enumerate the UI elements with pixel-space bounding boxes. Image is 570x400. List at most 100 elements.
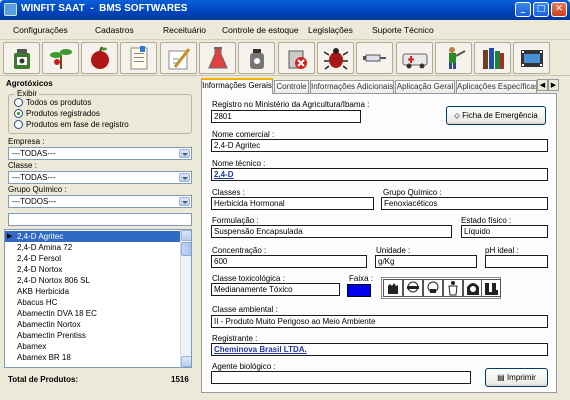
print-button[interactable]: ▤ Imprimir <box>485 368 548 387</box>
tab-informacoes-gerais[interactable]: Informações Gerais <box>201 78 273 94</box>
display-filter-legend: Exibir <box>15 89 40 98</box>
minimize-button[interactable]: _ <box>515 2 531 17</box>
notepad-icon <box>130 46 148 70</box>
tab-informacoes-adicionais[interactable]: Informações Adicionais <box>310 80 394 93</box>
application-button[interactable] <box>356 42 393 74</box>
menu-legislacoes[interactable]: Legislações <box>308 25 353 35</box>
menu-cadastros[interactable]: Cadastros <box>95 25 134 35</box>
radio-registered-products[interactable] <box>14 109 23 118</box>
agente-biologico-label: Agente biológico : <box>212 362 276 371</box>
scroll-thumb[interactable] <box>181 242 191 256</box>
classe-toxicologica-field[interactable]: Medianamente Tóxico <box>211 283 340 296</box>
list-item[interactable]: 2,4-D Amina 72 <box>5 242 181 253</box>
notepad-button[interactable] <box>120 42 157 74</box>
lab-button[interactable] <box>199 42 236 74</box>
film-icon <box>521 50 543 67</box>
radio-registering-products-label: Produtos em fase de registro <box>26 120 129 129</box>
unidade-field[interactable]: g/Kg <box>375 255 477 268</box>
menu-configuracoes[interactable]: Configurações <box>13 25 68 35</box>
estado-fisico-label: Estado físico : <box>461 216 512 225</box>
chevron-down-icon <box>179 197 190 206</box>
menu-receituario[interactable]: Receituário <box>163 25 206 35</box>
classe-ambiental-field[interactable]: II - Produto Muito Perigoso ao Meio Ambi… <box>211 315 548 328</box>
list-item[interactable]: Abacus HC <box>5 297 181 308</box>
tab-controle[interactable]: Controle <box>274 80 309 93</box>
radio-registering-products[interactable] <box>14 120 23 129</box>
sprayer-button[interactable] <box>238 42 275 74</box>
tab-scroll-right-icon[interactable]: ▶ <box>548 79 559 91</box>
formulacao-label: Formulação : <box>212 216 259 225</box>
list-item[interactable]: 2,4-D Nortox 806 SL <box>5 275 181 286</box>
grupo-quimico-field[interactable]: Fenoxiacéticos <box>381 197 548 210</box>
menu-controle-estoque[interactable]: Controle de estoque <box>222 25 299 35</box>
list-item[interactable]: 2,4-D Agritec <box>5 231 181 242</box>
emergency-button[interactable] <box>396 42 433 74</box>
list-item[interactable]: Abamectin Nortox <box>5 319 181 330</box>
product-list[interactable]: 2,4-D Agritec 2,4-D Amina 72 2,4-D Ferso… <box>4 229 192 368</box>
concentracao-field[interactable]: 600 <box>211 255 367 268</box>
list-item[interactable]: Abamex <box>5 341 181 352</box>
video-button[interactable] <box>513 42 550 74</box>
fruit-button[interactable] <box>81 42 118 74</box>
apple-icon <box>91 46 109 69</box>
registrante-label: Registrante : <box>212 334 258 343</box>
registrante-field[interactable]: Cheminova Brasil LTDA. <box>211 343 548 356</box>
formulacao-field[interactable]: Suspensão Encapsulada <box>211 225 452 238</box>
syringe-icon <box>363 54 386 62</box>
tab-aplicacao-geral[interactable]: Aplicação Geral <box>395 80 455 93</box>
estado-fisico-field[interactable]: Líquido <box>461 225 548 238</box>
menu-suporte-tecnico[interactable]: Suporte Técnico <box>372 25 434 35</box>
ficha-icon: ⬦ <box>454 111 460 120</box>
registro-field[interactable]: 2801 <box>211 110 361 123</box>
maximize-button[interactable]: □ <box>533 2 549 17</box>
bug-icon <box>323 48 349 70</box>
classes-label: Classes : <box>212 188 245 197</box>
list-item[interactable]: 2,4-D Fersol <box>5 253 181 264</box>
tab-scroll-left-icon[interactable]: ◀ <box>537 79 548 91</box>
close-button[interactable]: ✕ <box>551 2 567 17</box>
flask-icon <box>208 47 228 69</box>
scroll-down-icon[interactable] <box>181 356 191 367</box>
tab-aplicacoes-especificas[interactable]: Aplicações Específicas <box>456 80 537 93</box>
culture-button[interactable] <box>42 42 79 74</box>
list-item[interactable]: Abamectin DVA 18 EC <box>5 308 181 319</box>
list-item[interactable]: Abamectin Prentiss <box>5 330 181 341</box>
emergency-sheet-button-label: Ficha de Emergência <box>462 111 538 120</box>
empresa-select[interactable]: ---TODAS--- <box>8 147 192 160</box>
list-item[interactable]: Abamex BR 18 <box>5 352 181 363</box>
person-sprayer-icon <box>449 47 466 69</box>
agrochemical-button[interactable] <box>3 42 40 74</box>
plant-seedling-icon <box>50 49 72 69</box>
list-item[interactable]: AKB Herbicida <box>5 286 181 297</box>
mask-icon <box>423 279 443 297</box>
grupo-quimico-select[interactable]: ---TODOS--- <box>8 195 192 208</box>
nome-tecnico-field[interactable]: 2,4-D <box>211 168 548 181</box>
product-search-input[interactable] <box>8 213 192 226</box>
books-icon <box>483 48 504 69</box>
hood-icon <box>463 279 483 297</box>
goggles-icon <box>403 279 423 297</box>
classe-select[interactable]: ---TODAS--- <box>8 171 192 184</box>
emergency-sheet-button[interactable]: ⬦ Ficha de Emergência <box>446 106 546 125</box>
applicator-button[interactable] <box>435 42 472 74</box>
prescription-button[interactable] <box>160 42 197 74</box>
ppe-icons-strip <box>381 277 501 299</box>
classe-toxicologica-label: Classe toxicológica : <box>212 274 285 283</box>
menu-bar: Configurações Cadastros Receituário Cont… <box>0 20 570 40</box>
agente-biologico-field[interactable] <box>211 371 471 384</box>
restricted-product-button[interactable] <box>278 42 315 74</box>
radio-all-products[interactable] <box>14 98 23 107</box>
classe-label: Classe : <box>8 161 37 170</box>
gloves-icon <box>383 279 403 297</box>
grupo-quimico-label: Grupo Químico : <box>8 185 67 194</box>
classes-field[interactable]: Herbicida Hormonal <box>211 197 374 210</box>
scroll-up-icon[interactable] <box>181 230 191 241</box>
ph-field[interactable] <box>485 255 548 268</box>
library-button[interactable] <box>474 42 511 74</box>
chevron-down-icon <box>179 149 190 158</box>
product-list-scrollbar[interactable] <box>180 230 191 367</box>
nome-comercial-field[interactable]: 2,4-D Agritec <box>211 139 548 152</box>
list-item[interactable]: 2,4-D Nortox <box>5 264 181 275</box>
pests-button[interactable] <box>317 42 354 74</box>
protective-suit-icon <box>443 279 463 297</box>
